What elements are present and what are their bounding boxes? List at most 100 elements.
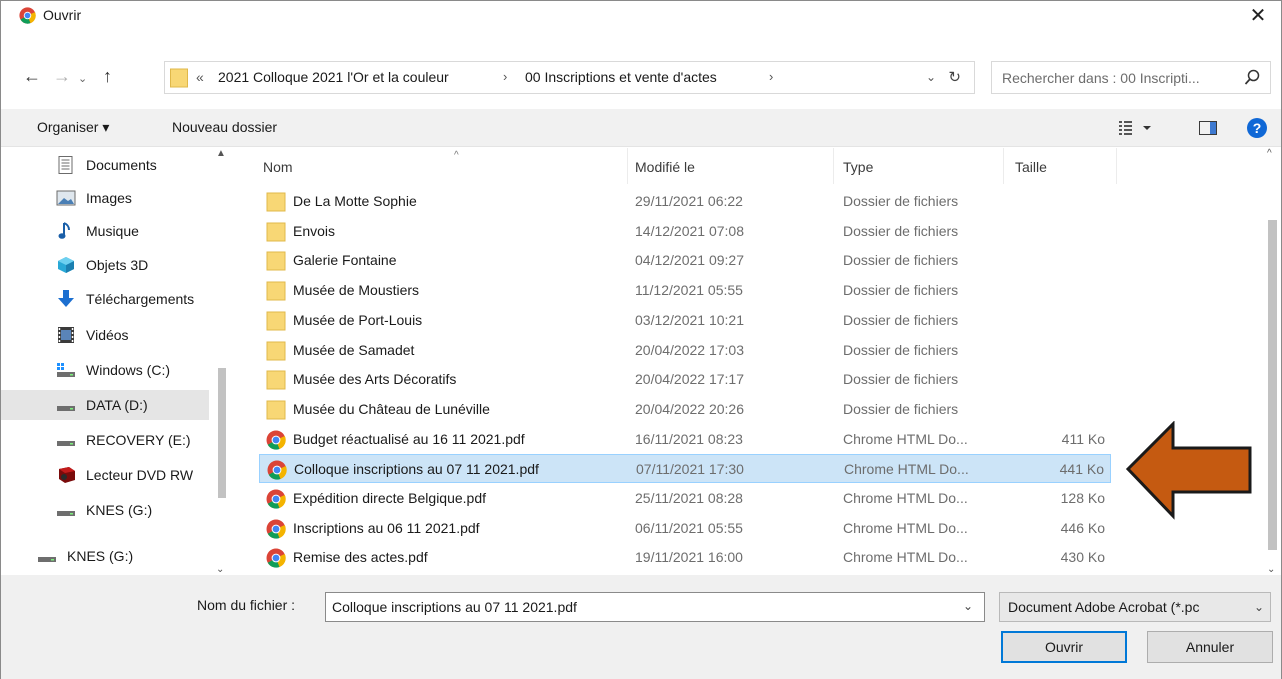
- recent-locations-button[interactable]: ⌄: [78, 69, 87, 89]
- scrollbar-thumb[interactable]: [1268, 220, 1277, 550]
- file-list-scrollbar[interactable]: ^ ⌄: [1264, 148, 1281, 575]
- change-view-icon[interactable]: [1119, 118, 1159, 138]
- column-divider[interactable]: [833, 148, 834, 184]
- scroll-up-icon[interactable]: ▲: [216, 148, 226, 159]
- column-name[interactable]: Nom: [263, 159, 293, 175]
- address-overflow-chevron[interactable]: «: [196, 69, 204, 85]
- breadcrumb-separator[interactable]: ›: [503, 69, 507, 84]
- sidebar-item-music[interactable]: Musique: [1, 216, 209, 246]
- breadcrumb-colloque[interactable]: 2021 Colloque 2021 l'Or et la couleur: [218, 69, 449, 85]
- table-row[interactable]: De La Motte Sophie 29/11/2021 06:22 Dossie…: [259, 187, 1111, 216]
- table-row[interactable]: Musée de Samadet 20/04/2022 17:03 Dossier …: [259, 336, 1111, 365]
- folder-icon: [170, 68, 188, 88]
- table-row[interactable]: Remise des actes.pdf 19/11/2021 16:00 Chro…: [259, 543, 1111, 572]
- filename-field[interactable]: [325, 592, 985, 622]
- filetype-value: Document Adobe Acrobat (*.pc: [1008, 599, 1200, 615]
- sidebar-item-knes-g-root[interactable]: KNES (G:): [1, 541, 209, 571]
- table-row[interactable]: Inscriptions au 06 11 2021.pdf 06/11/2021…: [259, 514, 1111, 543]
- file-name: Musée de Samadet: [293, 341, 415, 358]
- column-modified[interactable]: Modifié le: [635, 159, 695, 175]
- sidebar-item-data-d[interactable]: DATA (D:): [1, 390, 209, 420]
- help-icon[interactable]: ?: [1247, 118, 1267, 138]
- folder-icon: [266, 192, 286, 212]
- address-dropdown-icon[interactable]: ⌄: [926, 70, 936, 84]
- filename-label: Nom du fichier :: [197, 597, 296, 613]
- scroll-down-icon[interactable]: ⌄: [1267, 564, 1275, 575]
- file-modified: 14/12/2021 07:08: [635, 222, 744, 239]
- sidebar-item-label: Lecteur DVD RW: [86, 467, 194, 483]
- file-name: Musée des Arts Décoratifs: [293, 371, 457, 388]
- sidebar-item-label: Musique: [86, 223, 139, 239]
- refresh-icon[interactable]: ↻: [948, 68, 961, 86]
- table-row[interactable]: Envois 14/12/2021 07:08 Dossier de fichier…: [259, 217, 1111, 246]
- scroll-up-icon[interactable]: ^: [1267, 148, 1272, 159]
- sidebar-item-images[interactable]: Images: [1, 183, 209, 213]
- sidebar-item-recovery-e[interactable]: RECOVERY (E:): [1, 425, 209, 455]
- videos-icon: [58, 327, 74, 343]
- file-type: Dossier de fichiers: [843, 341, 959, 358]
- column-size[interactable]: Taille: [1015, 159, 1047, 175]
- table-row[interactable]: Budget réactualisé au 16 11 2021.pdf 16/1…: [259, 425, 1111, 454]
- sidebar-item-windows-c[interactable]: Windows (C:): [1, 355, 209, 385]
- table-row[interactable]: Musée de Port-Louis 03/12/2021 10:21 Dossi…: [259, 306, 1111, 335]
- file-size: 430 Ko: [1060, 549, 1105, 566]
- command-bar: Organiser ▾ Nouveau dossier ?: [1, 109, 1281, 147]
- column-type[interactable]: Type: [843, 159, 873, 175]
- file-name: Remise des actes.pdf: [293, 549, 428, 566]
- cancel-button[interactable]: Annuler: [1147, 631, 1273, 663]
- file-name: Budget réactualisé au 16 11 2021.pdf: [293, 430, 525, 447]
- column-divider[interactable]: [1003, 148, 1004, 184]
- close-button[interactable]: ✕: [1241, 1, 1275, 31]
- sidebar-item-dvd-drive[interactable]: Lecteur DVD RW: [1, 460, 209, 490]
- sidebar-item-videos[interactable]: Vidéos: [1, 320, 209, 350]
- file-modified: 11/12/2021 05:55: [635, 282, 743, 299]
- new-folder-button[interactable]: Nouveau dossier: [172, 119, 277, 135]
- sidebar-item-3d-objects[interactable]: Objets 3D: [1, 250, 209, 280]
- file-type: Dossier de fichiers: [843, 222, 959, 239]
- table-row-selected[interactable]: Colloque inscriptions au 07 11 2021.pdf 0…: [259, 454, 1111, 484]
- chrome-icon: [267, 460, 287, 480]
- file-size: 446 Ko: [1060, 519, 1105, 536]
- sidebar-item-documents[interactable]: Documents: [1, 150, 209, 180]
- sidebar-item-label: RECOVERY (E:): [86, 432, 191, 448]
- sort-ascending-icon: ^: [454, 150, 459, 161]
- table-row[interactable]: Galerie Fontaine 04/12/2021 09:27 Dossier …: [259, 246, 1111, 275]
- filetype-select[interactable]: Document Adobe Acrobat (*.pc ⌄: [999, 592, 1271, 622]
- breadcrumb-inscriptions[interactable]: 00 Inscriptions et vente d'actes: [525, 69, 717, 85]
- breadcrumb-separator[interactable]: ›: [769, 69, 773, 84]
- scrollbar-thumb[interactable]: [218, 368, 226, 498]
- file-modified: 20/04/2022 17:03: [635, 341, 744, 358]
- search-input[interactable]: Rechercher dans : 00 Inscripti...: [991, 61, 1271, 94]
- sidebar-scrollbar[interactable]: ▲ ⌄: [213, 148, 231, 575]
- search-icon[interactable]: [1244, 69, 1260, 87]
- chrome-icon: [266, 519, 286, 539]
- sidebar-item-downloads[interactable]: Téléchargements: [1, 284, 209, 314]
- folder-icon: [266, 311, 286, 331]
- column-divider[interactable]: [1116, 148, 1117, 184]
- file-modified: 25/11/2021 08:28: [635, 490, 743, 506]
- forward-button[interactable]: →: [53, 66, 71, 86]
- file-type: Chrome HTML Do...: [844, 461, 969, 478]
- sidebar-item-label: Téléchargements: [86, 291, 195, 307]
- file-name: Envois: [293, 222, 336, 239]
- organise-button[interactable]: Organiser ▾: [37, 119, 109, 136]
- table-row[interactable]: Musée de Moustiers 11/12/2021 05:55 Dossie…: [259, 276, 1111, 305]
- chrome-icon: [19, 7, 36, 24]
- open-button[interactable]: Ouvrir: [1001, 631, 1127, 663]
- chevron-down-icon[interactable]: ⌄: [1254, 600, 1264, 614]
- back-button[interactable]: ←: [23, 66, 41, 86]
- search-placeholder: Rechercher dans : 00 Inscripti...: [1002, 70, 1200, 86]
- address-bar[interactable]: « 2021 Colloque 2021 l'Or et la couleur …: [164, 61, 975, 94]
- scroll-down-icon[interactable]: ⌄: [216, 564, 224, 575]
- table-row[interactable]: Musée du Château de Lunéville 20/04/2022 …: [259, 395, 1111, 424]
- table-row[interactable]: Musée des Arts Décoratifs 20/04/2022 17:1…: [259, 365, 1111, 394]
- chrome-icon: [266, 548, 286, 569]
- open-file-dialog: Ouvrir ✕ ← → ⌄ ↑ « 2021 Colloque 2021 l'…: [0, 0, 1282, 679]
- chrome-icon: [266, 489, 286, 509]
- annotation-arrow-icon: [1125, 421, 1252, 520]
- column-divider[interactable]: [627, 148, 628, 184]
- preview-pane-icon[interactable]: [1199, 121, 1217, 135]
- up-button[interactable]: ↑: [103, 66, 112, 86]
- table-row[interactable]: Expédition directe Belgique.pdf 25/11/202…: [259, 484, 1111, 513]
- sidebar-item-knes-g[interactable]: KNES (G:): [1, 495, 209, 525]
